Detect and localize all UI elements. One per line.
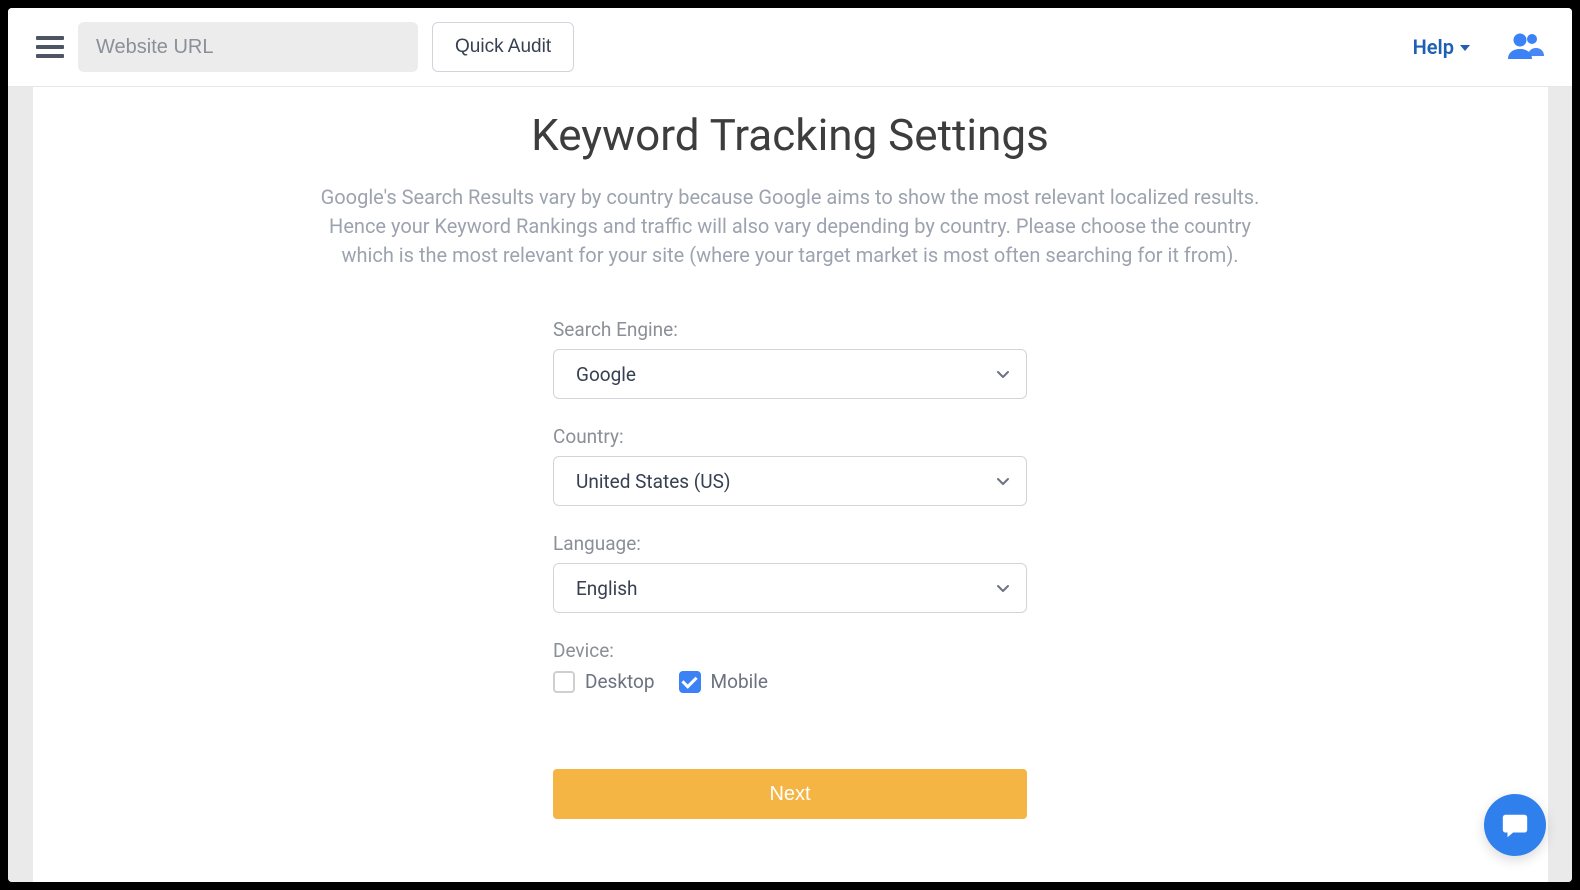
- app-header: Quick Audit Help: [8, 8, 1572, 87]
- chat-widget-button[interactable]: [1484, 794, 1546, 856]
- quick-audit-button[interactable]: Quick Audit: [432, 22, 574, 72]
- country-select[interactable]: United States (US): [553, 456, 1027, 506]
- country-field: Country: United States (US): [553, 425, 1027, 506]
- main-panel: Keyword Tracking Settings Google's Searc…: [33, 87, 1548, 882]
- page-description: Google's Search Results vary by country …: [320, 183, 1260, 270]
- language-field: Language: English: [553, 532, 1027, 613]
- search-engine-field: Search Engine: Google: [553, 318, 1027, 399]
- next-button[interactable]: Next: [553, 769, 1027, 819]
- country-value: United States (US): [576, 470, 731, 493]
- mobile-checkbox-label: Mobile: [711, 670, 768, 693]
- desktop-checkbox[interactable]: [553, 671, 575, 693]
- website-url-input[interactable]: [78, 22, 418, 72]
- language-select[interactable]: English: [553, 563, 1027, 613]
- main-background: Keyword Tracking Settings Google's Searc…: [8, 87, 1572, 882]
- account-users-icon[interactable]: [1508, 31, 1544, 63]
- country-label: Country:: [553, 425, 1027, 448]
- search-engine-label: Search Engine:: [553, 318, 1027, 341]
- language-label: Language:: [553, 532, 1027, 555]
- settings-form: Search Engine: Google Country: United St…: [553, 318, 1027, 819]
- device-label: Device:: [553, 639, 1027, 662]
- device-field: Device: Desktop Mobile: [553, 639, 1027, 693]
- language-value: English: [576, 577, 637, 600]
- chat-icon: [1500, 810, 1530, 840]
- mobile-checkbox[interactable]: [679, 671, 701, 693]
- search-engine-value: Google: [576, 363, 636, 386]
- help-dropdown[interactable]: Help: [1413, 35, 1470, 59]
- help-label: Help: [1413, 35, 1454, 59]
- page-title: Keyword Tracking Settings: [33, 109, 1548, 161]
- caret-down-icon: [1460, 45, 1470, 51]
- search-engine-select[interactable]: Google: [553, 349, 1027, 399]
- chevron-down-icon: [996, 581, 1010, 595]
- chevron-down-icon: [996, 474, 1010, 488]
- chevron-down-icon: [996, 367, 1010, 381]
- hamburger-menu-icon[interactable]: [36, 36, 64, 58]
- desktop-checkbox-label: Desktop: [585, 670, 655, 693]
